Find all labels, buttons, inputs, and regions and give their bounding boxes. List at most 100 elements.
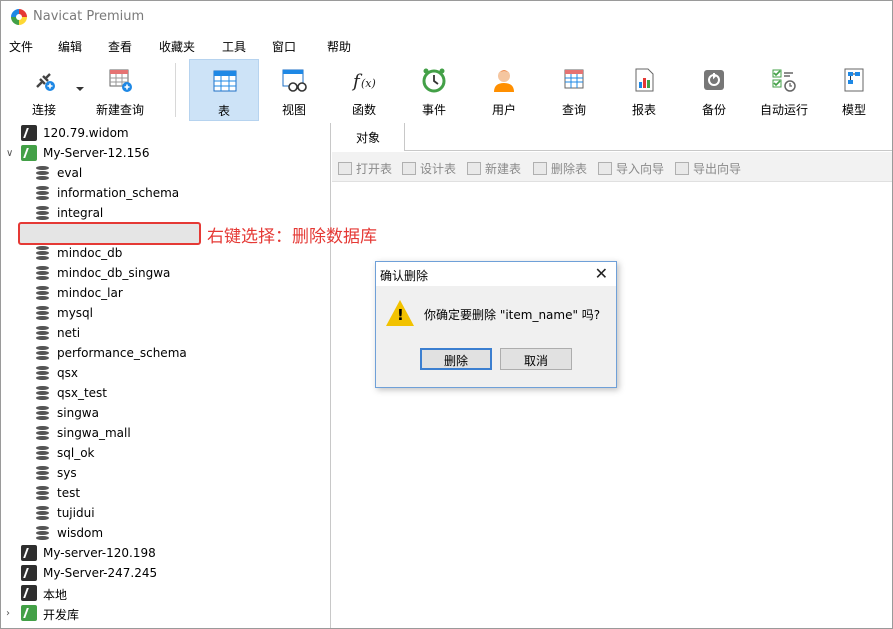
database-icon [36, 266, 49, 281]
tree-connection[interactable]: 本地 [1, 583, 330, 603]
main-toolbar: 连接 新建查询 表 视图 f (x) 函数 事件 用户 查询 报表 备份 自动运… [1, 59, 892, 123]
query-button[interactable]: 查询 [539, 59, 609, 121]
menu-tools[interactable]: 工具 [222, 38, 246, 55]
open-table-button[interactable]: 打开表 [338, 160, 392, 177]
tree-connection[interactable]: ∨ My-Server-12.156 [1, 143, 330, 163]
event-label: 事件 [421, 103, 446, 117]
confirm-delete-dialog: 确认删除 ✕ 你确定要删除 "item_name" 吗? 删除 取消 [375, 261, 617, 388]
autorun-icon [772, 69, 796, 92]
chevron-down-icon[interactable]: ∨ [6, 148, 13, 159]
clock-icon [422, 68, 446, 93]
tree-database[interactable]: qsx [1, 363, 330, 383]
new-table-button[interactable]: 新建表 [467, 160, 521, 177]
autorun-label: 自动运行 [759, 103, 808, 117]
database-icon [36, 386, 49, 401]
tree-database[interactable]: eval [1, 163, 330, 183]
tree-database[interactable]: singwa_mall [1, 423, 330, 443]
user-label: 用户 [491, 103, 516, 117]
query-label: 查询 [561, 103, 586, 117]
close-icon[interactable]: ✕ [595, 264, 608, 283]
tree-connection[interactable]: My-Server-247.245 [1, 563, 330, 583]
database-icon [36, 506, 49, 521]
connect-button[interactable]: 连接 [9, 59, 79, 121]
tree-database[interactable]: test [1, 483, 330, 503]
user-button[interactable]: 用户 [469, 59, 539, 121]
tree-database[interactable]: neti [1, 323, 330, 343]
design-table-button[interactable]: 设计表 [402, 160, 456, 177]
tree-database[interactable]: singwa [1, 403, 330, 423]
design-table-icon [402, 162, 416, 175]
tree-database[interactable]: mindoc_lar [1, 283, 330, 303]
report-button[interactable]: 报表 [609, 59, 679, 121]
database-icon [36, 406, 49, 421]
function-button[interactable]: f (x) 函数 [329, 59, 399, 121]
tab-object[interactable]: 对象 [332, 123, 405, 151]
window-title: Navicat Premium [33, 9, 145, 24]
menu-file[interactable]: 文件 [9, 38, 33, 55]
menu-help[interactable]: 帮助 [327, 38, 351, 55]
new-query-label: 新建查询 [95, 103, 144, 117]
database-icon [36, 446, 49, 461]
svg-text:(x): (x) [361, 77, 376, 90]
connection-closed-icon [21, 565, 37, 581]
delete-table-icon [533, 162, 547, 175]
dialog-title: 确认删除 [380, 269, 429, 283]
backup-label: 备份 [701, 103, 726, 117]
autorun-button[interactable]: 自动运行 [749, 59, 819, 121]
database-icon [36, 526, 49, 541]
tree-database[interactable]: sql_ok [1, 443, 330, 463]
new-query-button[interactable]: 新建查询 [85, 59, 155, 121]
delete-button[interactable]: 删除 [420, 348, 492, 370]
view-button[interactable]: 视图 [259, 59, 329, 121]
dialog-message: 你确定要删除 "item_name" 吗? [424, 308, 601, 322]
menu-window[interactable]: 窗口 [272, 38, 296, 55]
report-label: 报表 [631, 103, 656, 117]
menu-favorites[interactable]: 收藏夹 [159, 38, 195, 55]
menu-view[interactable]: 查看 [108, 38, 132, 55]
backup-icon [704, 70, 724, 90]
object-tab-bar: 对象 [332, 123, 892, 151]
dialog-title-bar: 确认删除 ✕ [376, 262, 616, 286]
table-icon [213, 70, 237, 92]
connection-closed-icon [21, 125, 37, 141]
cancel-button[interactable]: 取消 [500, 348, 572, 370]
tree-database[interactable]: mysql [1, 303, 330, 323]
event-button[interactable]: 事件 [399, 59, 469, 121]
database-icon [36, 286, 49, 301]
open-table-icon [338, 162, 352, 175]
model-button[interactable]: 模型 [819, 59, 889, 121]
tree-database[interactable]: information_schema [1, 183, 330, 203]
tree-database[interactable]: tujidui [1, 503, 330, 523]
backup-button[interactable]: 备份 [679, 59, 749, 121]
connect-dropdown-arrow-icon[interactable] [76, 87, 84, 91]
chevron-right-icon[interactable]: › [6, 608, 10, 619]
export-wizard-button[interactable]: 导出向导 [675, 160, 741, 177]
tree-database[interactable]: mindoc_db_singwa [1, 263, 330, 283]
tree-database[interactable]: integral [1, 203, 330, 223]
database-icon [36, 166, 49, 181]
tree-database[interactable]: qsx_test [1, 383, 330, 403]
tree-connection[interactable]: › 开发库 [1, 603, 330, 623]
tree-database[interactable]: sys [1, 463, 330, 483]
menu-bar: 文件 编辑 查看 收藏夹 工具 窗口 帮助 [1, 35, 892, 57]
import-wizard-button[interactable]: 导入向导 [598, 160, 664, 177]
query-icon [564, 69, 584, 89]
connection-tree[interactable]: 120.79.widom ∨ My-Server-12.156 eval info… [1, 123, 331, 628]
warning-icon [386, 300, 414, 326]
tree-connection[interactable]: 120.79.widom [1, 123, 330, 143]
connection-open-icon [21, 605, 37, 621]
delete-table-button[interactable]: 删除表 [533, 160, 587, 177]
database-icon [36, 246, 49, 261]
object-toolbar: 打开表 设计表 新建表 删除表 导入向导 导出向导 [332, 152, 892, 182]
tree-database[interactable]: wisdom [1, 523, 330, 543]
toolbar-divider [175, 63, 176, 117]
database-icon [36, 466, 49, 481]
import-icon [598, 162, 612, 175]
menu-edit[interactable]: 编辑 [58, 38, 82, 55]
table-button[interactable]: 表 [189, 59, 259, 121]
new-query-icon [109, 69, 132, 92]
connection-open-icon [21, 145, 37, 161]
database-icon [36, 426, 49, 441]
tree-database[interactable]: performance_schema [1, 343, 330, 363]
tree-connection[interactable]: My-server-120.198 [1, 543, 330, 563]
